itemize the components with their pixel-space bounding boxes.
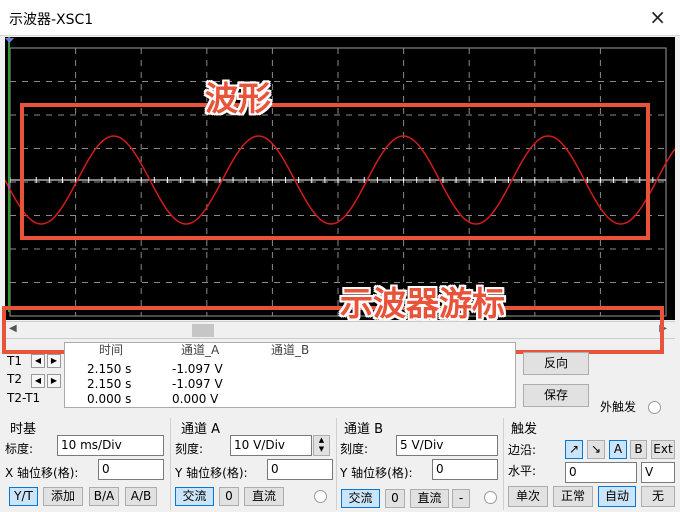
trigger-edge-label: 边沿: — [508, 443, 537, 457]
trigger-single-button[interactable]: 单次 — [508, 486, 548, 507]
waveform-annotation-box — [20, 103, 650, 240]
readout-t1-time: 2.150 s — [87, 362, 132, 376]
title-bar: 示波器-XSC1 × — [0, 0, 680, 36]
channel-b-scale-label: 刻度: — [340, 442, 369, 456]
separator — [503, 418, 504, 510]
spin-down-icon[interactable]: ▼ — [319, 445, 324, 453]
channel-b-ypos-label: Y 轴位移(格): — [340, 466, 413, 480]
t2-left-arrow-icon[interactable]: ◀ — [31, 374, 45, 388]
timebase-xpos-input[interactable]: 0 — [98, 459, 164, 480]
separator — [170, 418, 171, 510]
readout-header-channel-b: 通道_B — [271, 343, 310, 357]
readout-header-channel-a: 通道_A — [181, 343, 220, 357]
trigger-level-input[interactable]: 0 — [565, 462, 637, 483]
channel-b-scale-input[interactable]: 5 V/Div — [396, 435, 498, 456]
channel-b-title: 通道 B — [344, 422, 384, 437]
cursor-annotation-text: 示波器游标 — [340, 284, 505, 323]
readout-t2-time: 2.150 s — [87, 377, 132, 391]
channel-b-ypos-input[interactable]: 0 — [432, 459, 498, 480]
channel-a-scale-input[interactable]: 10 V/Div — [230, 435, 312, 456]
channel-a-ypos-input[interactable]: 0 — [267, 459, 333, 480]
channel-b-zero-button[interactable]: 0 — [385, 489, 405, 508]
readout-diff-time: 0.000 s — [87, 392, 132, 406]
readout-t1-channel-a: -1.097 V — [172, 362, 223, 376]
t1-right-arrow-icon[interactable]: ▶ — [47, 354, 61, 368]
cursor-readout-table: 时间 通道_A 通道_B 2.150 s -1.097 V 2.150 s -1… — [64, 342, 516, 408]
cursor-t1-marker — [5, 38, 14, 43]
window-title: 示波器-XSC1 — [9, 12, 94, 28]
t2-right-arrow-icon[interactable]: ▶ — [47, 374, 61, 388]
channel-b-dc-button[interactable]: 直流 — [410, 489, 449, 508]
b-over-a-button[interactable]: B/A — [89, 487, 119, 506]
channel-a-scale-spinner[interactable]: ▲ ▼ — [313, 435, 330, 456]
close-icon[interactable]: × — [649, 5, 666, 29]
channel-a-dc-button[interactable]: 直流 — [244, 487, 284, 506]
trigger-normal-button[interactable]: 正常 — [553, 486, 593, 507]
channel-a-scale-label: 刻度: — [175, 442, 204, 456]
trigger-source-a-button[interactable]: A — [609, 440, 627, 459]
channel-a-zero-button[interactable]: 0 — [219, 487, 239, 506]
channel-a-radio[interactable] — [314, 490, 327, 503]
yt-button[interactable]: Y/T — [9, 487, 38, 506]
timebase-title: 时基 — [10, 422, 37, 437]
cursor-diff-label: T2-T1 — [7, 391, 41, 405]
channel-a-title: 通道 A — [181, 422, 221, 437]
channel-b-invert-button[interactable]: - — [452, 489, 470, 508]
trigger-title: 触发 — [511, 422, 538, 437]
t1-left-arrow-icon[interactable]: ◀ — [31, 354, 45, 368]
trigger-auto-button[interactable]: 自动 — [598, 486, 636, 507]
waveform-annotation-text: 波形 — [205, 79, 271, 118]
trigger-source-ext-button[interactable]: Ext — [651, 440, 675, 459]
spin-up-icon[interactable]: ▲ — [319, 436, 324, 444]
trigger-none-button[interactable]: 无 — [641, 486, 675, 507]
separator — [336, 418, 337, 510]
readout-header-time: 时间 — [99, 343, 124, 357]
timebase-scale-label: 标度: — [5, 442, 34, 456]
channel-a-ypos-label: Y 轴位移(格): — [175, 466, 248, 480]
rising-edge-icon[interactable]: ↗ — [565, 440, 583, 459]
add-button[interactable]: 添加 — [43, 487, 83, 506]
cursor-t2-label: T2 — [7, 372, 22, 386]
readout-diff-channel-a: 0.000 V — [172, 392, 219, 406]
channel-a-ac-button[interactable]: 交流 — [175, 487, 214, 506]
reverse-button[interactable]: 反向 — [523, 352, 589, 375]
timebase-xpos-label: X 轴位移(格): — [5, 466, 79, 480]
readout-t2-channel-a: -1.097 V — [172, 377, 223, 391]
trigger-source-b-button[interactable]: B — [630, 440, 647, 459]
channel-b-radio[interactable] — [484, 491, 497, 504]
timebase-scale-input[interactable]: 10 ms/Div — [57, 435, 164, 456]
external-trigger-radio[interactable] — [648, 401, 661, 414]
falling-edge-icon[interactable]: ↘ — [587, 440, 605, 459]
save-button[interactable]: 保存 — [523, 384, 589, 407]
channel-b-ac-button[interactable]: 交流 — [341, 489, 380, 508]
external-trigger-label: 外触发 — [600, 400, 637, 414]
trigger-level-unit[interactable]: V — [641, 462, 675, 483]
trigger-level-label: 水平: — [508, 464, 537, 478]
cursor-t1-label: T1 — [7, 354, 22, 368]
a-over-b-button[interactable]: A/B — [125, 487, 157, 506]
